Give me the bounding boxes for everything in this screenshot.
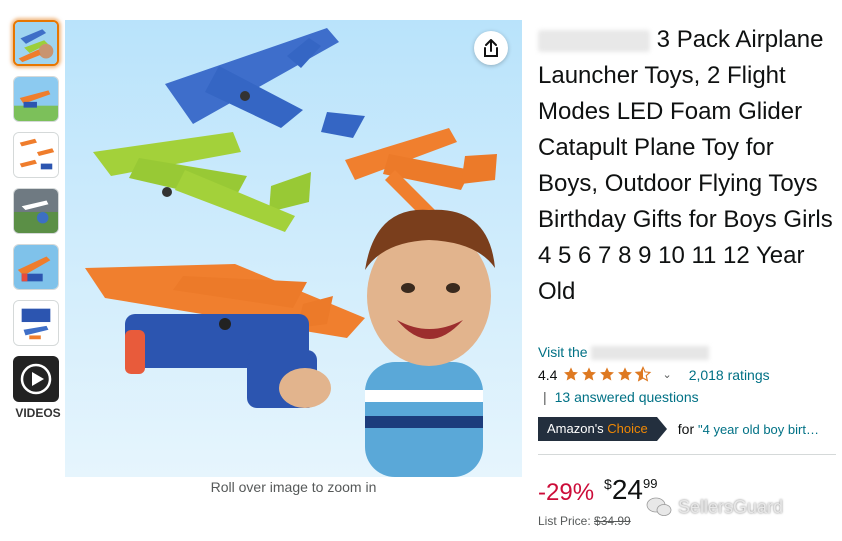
share-button[interactable] <box>474 31 508 65</box>
thumbnail-strip: VIDEOS <box>13 20 63 420</box>
star-full-icon <box>600 367 615 381</box>
price-whole: 24 <box>611 474 643 505</box>
separator: | <box>543 389 547 405</box>
thumbnail-2[interactable] <box>13 76 59 122</box>
chevron-down-icon[interactable]: ⌄ <box>662 368 671 381</box>
product-title: 3 Pack Airplane Launcher Toys, 2 Flight … <box>538 22 838 310</box>
video-thumbnail[interactable] <box>13 356 59 402</box>
thumbnail-3[interactable] <box>13 132 59 178</box>
rating-value: 4.4 <box>538 366 558 383</box>
price-row: -29% $24 99 <box>538 474 657 508</box>
redacted-brand <box>538 29 650 52</box>
amazons-choice-row: Amazon's Choice for "4 year old boy birt… <box>538 417 819 441</box>
star-full-icon <box>564 367 579 381</box>
chat-logo-icon <box>646 497 672 516</box>
choice-for-word: for <box>677 421 695 437</box>
play-icon <box>20 363 52 395</box>
choice-keyword-link[interactable]: "4 year old boy birt… <box>698 422 819 437</box>
badge-suffix: Choice <box>607 421 648 436</box>
divider <box>538 454 836 455</box>
price-symbol: $ <box>604 476 612 492</box>
list-price: List Price: $34.99 <box>538 514 631 528</box>
list-price-label: List Price: <box>538 514 591 528</box>
thumbnail-4[interactable] <box>13 188 59 234</box>
price-fraction: 99 <box>642 476 658 491</box>
videos-label: VIDEOS <box>15 406 61 420</box>
thumbnail-1[interactable] <box>13 20 59 66</box>
choice-for-label: for "4 year old boy birt… <box>678 421 819 437</box>
rating-row: 4.4 ⌄ 2,018 ratings <box>538 366 770 383</box>
store-link[interactable]: Visit the <box>538 344 710 361</box>
star-full-icon <box>618 367 633 381</box>
main-product-image[interactable] <box>65 20 522 477</box>
store-link-prefix: Visit the <box>538 344 588 360</box>
star-half-icon <box>635 366 652 382</box>
qa-row: | 13 answered questions <box>538 389 699 405</box>
watermark: SellersGuard <box>646 496 783 518</box>
discount-percentage: -29% <box>538 479 595 506</box>
watermark-text: SellersGuard <box>678 496 784 517</box>
redacted-store-name <box>591 346 710 361</box>
answered-questions-link[interactable]: 13 answered questions <box>555 389 699 405</box>
share-icon <box>484 39 498 57</box>
badge-prefix: Amazon's <box>547 421 604 436</box>
ratings-count-link[interactable]: 2,018 ratings <box>689 367 770 383</box>
thumbnail-6[interactable] <box>13 300 59 346</box>
list-price-value: $34.99 <box>594 514 631 528</box>
star-full-icon <box>582 367 597 381</box>
thumbnail-5[interactable] <box>13 244 59 290</box>
amazons-choice-badge: Amazon's Choice <box>538 417 667 441</box>
star-rating[interactable] <box>562 366 652 383</box>
product-title-text: 3 Pack Airplane Launcher Toys, 2 Flight … <box>538 26 833 305</box>
zoom-hint: Roll over image to zoom in <box>210 479 377 495</box>
